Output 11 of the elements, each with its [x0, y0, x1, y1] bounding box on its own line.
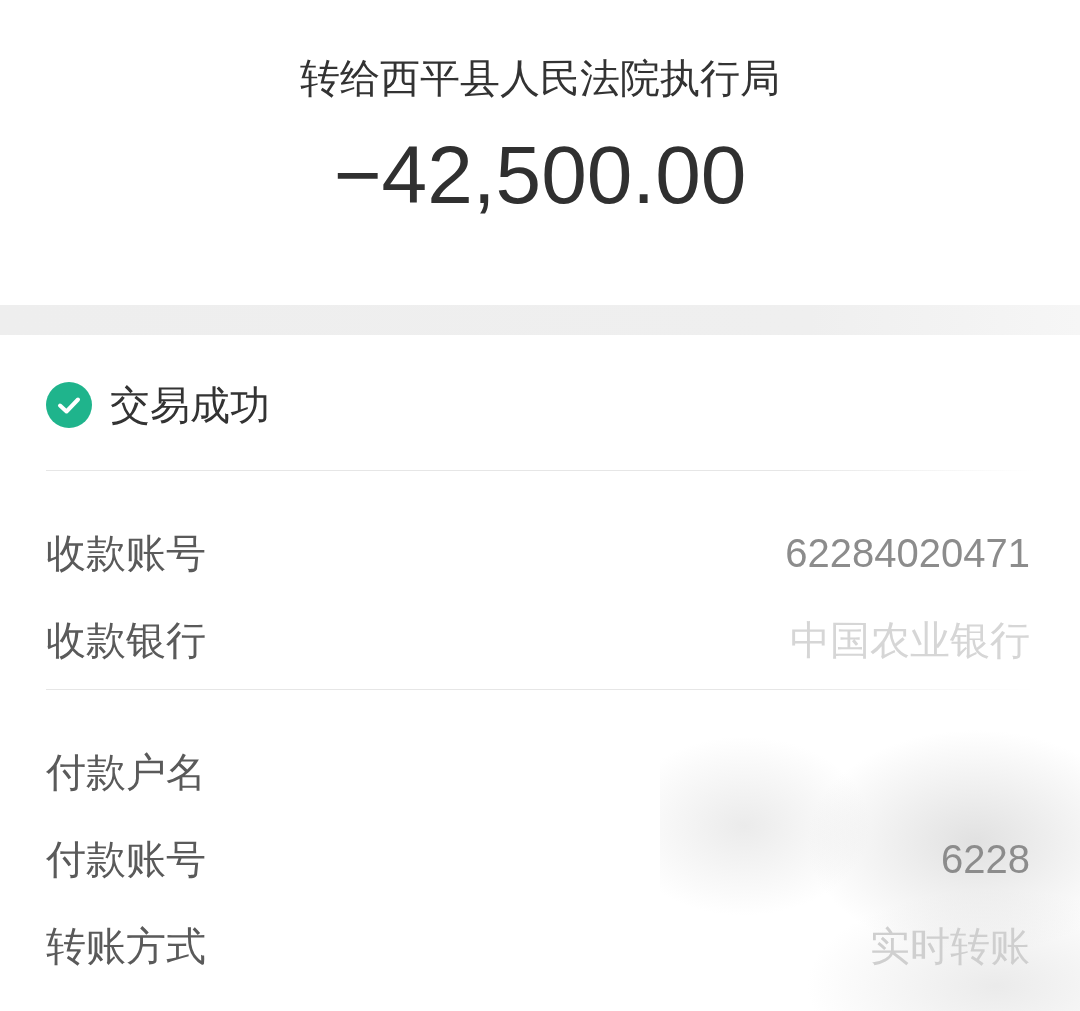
- field-label: 转账方式: [46, 923, 206, 970]
- field-value: 6228: [941, 837, 1030, 882]
- field-value: 62284020471: [785, 531, 1030, 576]
- field-label: 付款户名: [46, 749, 206, 796]
- field-label: 付款账号: [46, 836, 206, 883]
- status-text: 交易成功: [110, 381, 270, 429]
- transfer-title: 转给西平县人民法院执行局: [300, 55, 780, 102]
- check-circle-icon: [46, 382, 92, 428]
- field-label: 收款账号: [46, 530, 206, 577]
- transfer-amount: −42,500.00: [333, 128, 747, 222]
- field-label: 收款银行: [46, 617, 206, 664]
